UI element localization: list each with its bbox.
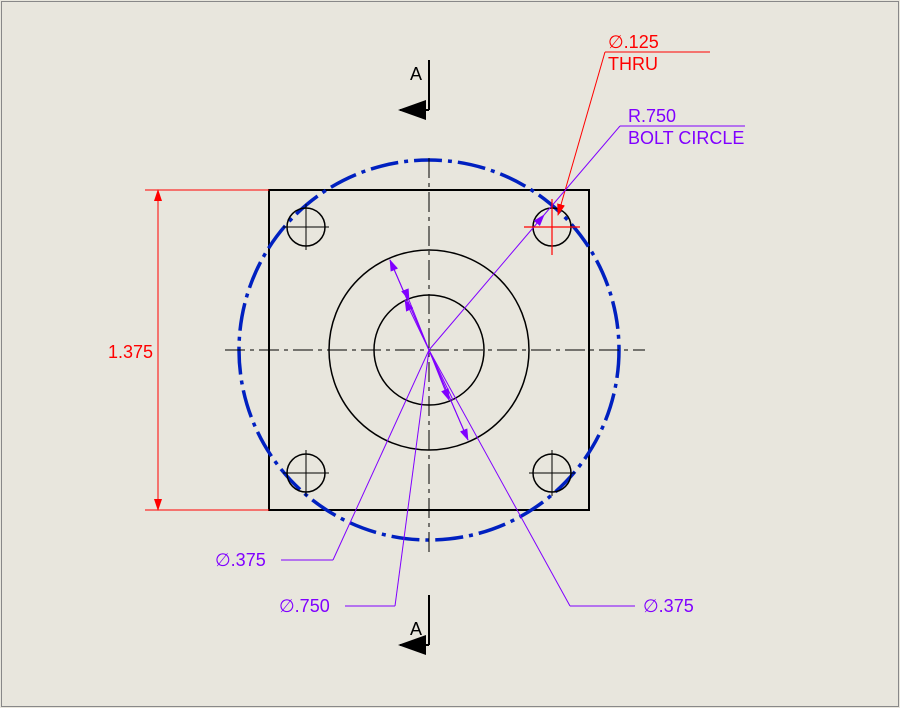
section-label-bottom: A bbox=[410, 619, 422, 639]
inner-dia2-value: ∅.750 bbox=[279, 596, 330, 616]
section-marker-top: A bbox=[400, 60, 429, 110]
thru-label: THRU bbox=[608, 54, 658, 74]
selected-hole-marks bbox=[524, 199, 580, 255]
height-value: 1.375 bbox=[108, 342, 153, 362]
bolt-circle-callout: R.750 BOLT CIRCLE bbox=[429, 106, 745, 350]
outer-dia-value: ∅.375 bbox=[643, 596, 694, 616]
bolt-label: BOLT CIRCLE bbox=[628, 128, 744, 148]
section-marker-bottom: A bbox=[400, 595, 429, 645]
outer-dia-callout: ∅.375 bbox=[429, 350, 694, 616]
section-label-top: A bbox=[410, 64, 422, 84]
inner-dia1-value: ∅.375 bbox=[215, 550, 266, 570]
thru-value: ∅.125 bbox=[608, 32, 659, 52]
centerlines bbox=[225, 158, 645, 555]
bolt-radius-value: R.750 bbox=[628, 106, 676, 126]
drawing-canvas: A A 1.375 ∅.125 THRU R.750 BOLT CIRCLE ∅… bbox=[0, 0, 900, 708]
inner-dia2-callout: ∅.750 bbox=[279, 260, 468, 616]
